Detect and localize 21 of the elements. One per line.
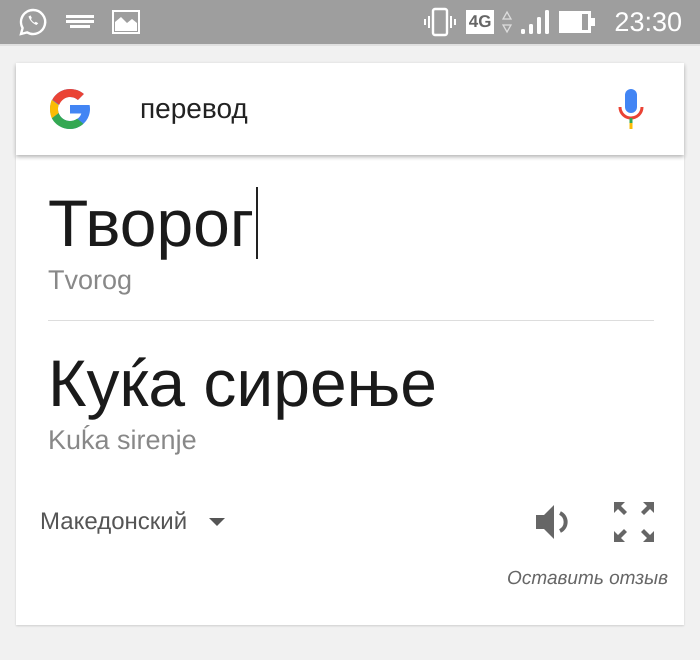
fullscreen-icon[interactable] (614, 502, 654, 542)
search-query[interactable]: перевод (140, 93, 616, 125)
vibrate-icon (422, 7, 458, 37)
image-icon (112, 10, 140, 34)
source-text[interactable]: Творог (48, 183, 254, 263)
signal-icon (520, 9, 550, 35)
text-cursor (256, 187, 258, 259)
feedback-link[interactable]: Оставить отзыв (507, 568, 668, 590)
battery-icon (558, 10, 596, 34)
translated-transliteration: Kuḱa sirenje (48, 425, 198, 456)
chat-bubble-icon (18, 7, 48, 37)
search-bar[interactable]: перевод (16, 63, 684, 155)
source-transliteration: Tvorog (48, 265, 134, 296)
network-type-badge: 4G (466, 10, 494, 34)
dropdown-caret-icon (209, 518, 226, 526)
keyboard-icon (66, 15, 94, 29)
microphone-icon[interactable] (616, 87, 646, 131)
translated-text: Куќа сирење (48, 345, 438, 422)
data-arrows-icon (502, 10, 512, 34)
language-dropdown[interactable]: Македонский (40, 508, 226, 536)
clock-time: 23:30 (614, 6, 682, 38)
